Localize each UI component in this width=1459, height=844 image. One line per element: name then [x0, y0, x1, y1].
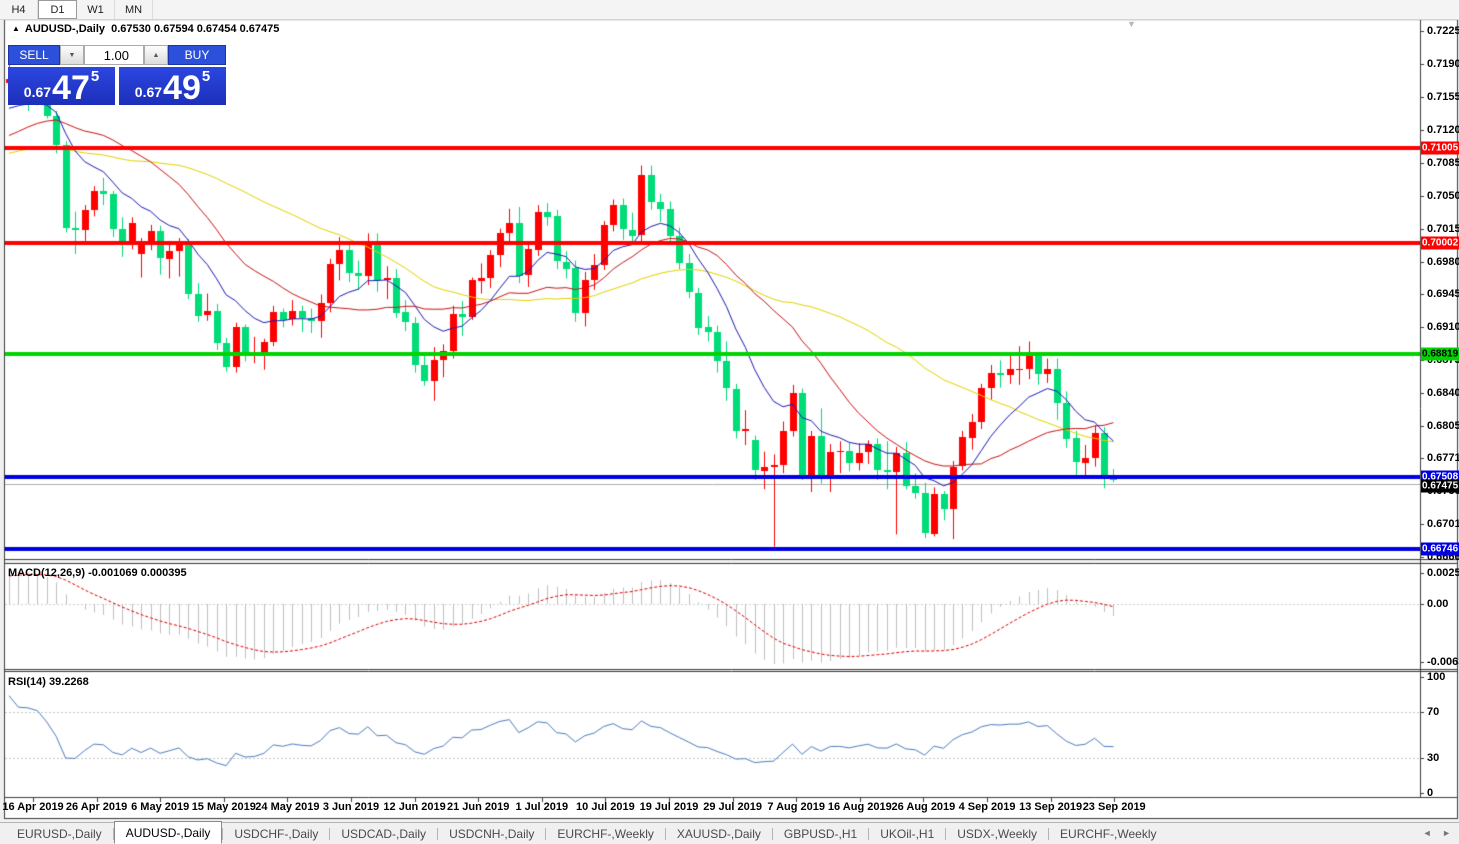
date-axis-label: 26 Apr 2019 [65, 801, 128, 813]
timeframe-button-d1[interactable]: D1 [38, 0, 77, 19]
sell-button[interactable]: SELL [8, 45, 60, 65]
date-axis-label: 23 Sep 2019 [1082, 801, 1146, 813]
price-level-tag: 0.68819 [1421, 347, 1459, 361]
chart-tab-usdcnh-daily[interactable]: USDCNH-,Daily [438, 823, 545, 844]
chart-tab-xauusd-daily[interactable]: XAUUSD-,Daily [666, 823, 772, 844]
date-axis-label: 3 Jun 2019 [322, 801, 380, 813]
price-axis-tick-label: 0.72250 [1427, 25, 1459, 37]
rsi-axis-label: 100 [1427, 671, 1446, 683]
sell-price-panel[interactable]: 0.67 47 5 [8, 67, 115, 105]
chart-ohlc-values: 0.67530 0.67594 0.67454 0.67475 [111, 23, 280, 35]
price-level-tag: 0.66746 [1421, 542, 1459, 556]
sell-price-prefix: 0.67 [23, 84, 52, 100]
date-axis-label: 19 Jul 2019 [639, 801, 699, 813]
buy-price-big: 49 [163, 69, 201, 107]
chart-tab-eurchf-weekly[interactable]: EURCHF-,Weekly [1049, 823, 1167, 844]
timeframe-button-h4[interactable]: H4 [0, 0, 38, 19]
price-axis-tick-label: 0.69450 [1427, 288, 1459, 301]
timeframe-button-mn[interactable]: MN [115, 0, 153, 19]
bid-price-tag: 0.67475 [1421, 479, 1459, 493]
price-axis-tick-label: 0.70150 [1427, 222, 1459, 235]
price-axis-tick-label: 0.67010 [1427, 518, 1459, 531]
tab-scroll-arrows-icon[interactable]: ◄ ► [1423, 828, 1455, 838]
chart-tab-audusd-daily[interactable]: AUDUSD-,Daily [113, 821, 223, 844]
buy-price-panel[interactable]: 0.67 49 5 [119, 67, 226, 105]
volume-decrease-button[interactable]: ▼ [60, 45, 84, 65]
date-axis-label: 1 Jul 2019 [515, 801, 569, 813]
sell-price-pip: 5 [90, 68, 100, 85]
date-axis-label: 21 Jun 2019 [447, 801, 510, 813]
buy-price-prefix: 0.67 [134, 84, 163, 100]
timeframe-button-w1[interactable]: W1 [77, 0, 115, 19]
date-axis-label: 4 Sep 2019 [958, 801, 1016, 813]
date-axis-label: 16 Aug 2019 [827, 801, 892, 813]
price-axis-tick-label: 0.71550 [1427, 90, 1459, 103]
one-click-trading-panel: SELL ▼ 1.00 ▲ BUY 0.67 47 5 0.67 49 5 [8, 45, 226, 105]
chart-tab-eurchf-weekly[interactable]: EURCHF-,Weekly [546, 823, 664, 844]
price-axis-tick-label: 0.67710 [1427, 452, 1459, 465]
macd-axis-max-label: 0.002574 [1427, 567, 1459, 579]
price-level-tag: 0.70002 [1421, 236, 1459, 250]
chart-canvas[interactable] [0, 0, 1459, 844]
chart-tab-usdcad-daily[interactable]: USDCAD-,Daily [330, 823, 437, 844]
date-axis-label: 13 Sep 2019 [1019, 801, 1083, 813]
buy-price-pip: 5 [201, 68, 211, 85]
price-axis-tick-label: 0.70500 [1427, 189, 1459, 202]
rsi-indicator-label: RSI(14) 39.2268 [8, 676, 89, 688]
timeframe-toolbar: H4 D1 W1 MN [0, 0, 1459, 20]
date-axis-label: 29 Jul 2019 [703, 801, 762, 813]
chart-tab-usdchf-daily[interactable]: USDCHF-,Daily [223, 823, 329, 844]
trading-platform-window: H4 D1 W1 MN ▲ AUDUSD-,Daily 0.67530 0.67594 … [0, 0, 1459, 844]
date-axis-label: 6 May 2019 [131, 801, 190, 813]
date-axis-label: 10 Jul 2019 [576, 801, 635, 813]
macd-axis-min-label: -0.006326 [1427, 656, 1459, 668]
rsi-axis-label: 70 [1427, 705, 1440, 718]
chart-tab-ukoil-h1[interactable]: UKOil-,H1 [869, 823, 945, 844]
symbol-tab-bar: EURUSD-,Daily AUDUSD-,Daily USDCHF-,Daily U… [0, 821, 1459, 844]
chart-tab-eurusd-daily[interactable]: EURUSD-,Daily [6, 823, 113, 844]
chart-symbol-label: AUDUSD-,Daily [24, 23, 105, 35]
price-axis-tick-label: 0.69100 [1427, 321, 1459, 334]
chart-tab-gbpusd-h1[interactable]: GBPUSD-,H1 [773, 823, 868, 844]
rsi-axis-label: 0 [1427, 787, 1434, 799]
price-axis-tick-label: 0.71200 [1427, 123, 1459, 136]
date-axis-label: 16 Apr 2019 [2, 801, 64, 813]
rsi-axis-label: 30 [1427, 752, 1440, 765]
date-axis-label: 24 May 2019 [255, 801, 320, 813]
chart-title: ▲ AUDUSD-,Daily 0.67530 0.67594 0.67454 0… [12, 23, 279, 35]
price-axis-tick-label: 0.68400 [1427, 387, 1459, 400]
date-axis-label: 7 Aug 2019 [767, 801, 826, 813]
date-axis-label: 26 Aug 2019 [891, 801, 956, 813]
macd-axis-zero-label: 0.00 [1427, 597, 1449, 610]
date-axis-label: 15 May 2019 [191, 801, 256, 813]
collapse-triangle-icon[interactable]: ▲ [12, 24, 20, 33]
volume-increase-button[interactable]: ▲ [144, 45, 168, 65]
price-axis-tick-label: 0.71900 [1427, 57, 1459, 70]
date-axis-label: 12 Jun 2019 [383, 801, 446, 813]
macd-values: -0.001069 0.000395 [88, 567, 187, 579]
rsi-value: 39.2268 [48, 676, 89, 688]
price-axis-tick-label: 0.70850 [1427, 156, 1459, 169]
buy-button[interactable]: BUY [168, 45, 226, 65]
price-axis-tick-label: 0.69800 [1427, 255, 1459, 268]
sell-price-big: 47 [52, 69, 90, 107]
macd-indicator-label: MACD(12,26,9) -0.001069 0.000395 [8, 567, 187, 579]
price-level-tag: 0.71005 [1421, 141, 1459, 155]
chart-shift-marker-icon[interactable]: ▼ [1127, 19, 1136, 29]
volume-input[interactable]: 1.00 [84, 45, 144, 65]
chart-tab-usdx-weekly[interactable]: USDX-,Weekly [946, 823, 1048, 844]
price-axis-tick-label: 0.68050 [1427, 420, 1459, 433]
